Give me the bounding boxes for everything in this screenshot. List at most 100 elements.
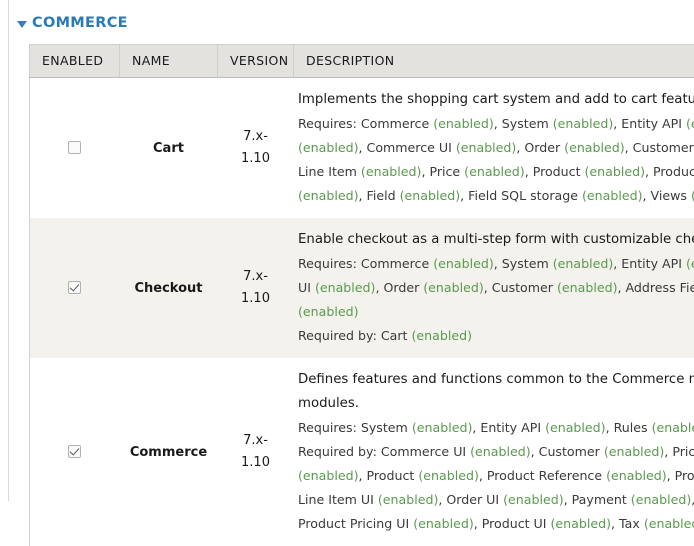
dependency-line: Product Pricing UI (enabled), Product UI… — [298, 512, 694, 536]
cell-enabled — [30, 218, 120, 358]
dependency-text: , Entity API — [613, 116, 686, 131]
dependency-text: , System — [494, 116, 553, 131]
dependency-enabled-status: (enabled) — [418, 468, 479, 483]
dependency-line: Line Item UI (enabled), Order UI (enable… — [298, 488, 694, 512]
cell-enabled — [30, 78, 120, 219]
dependency-enabled-status: (enabled) — [315, 280, 376, 295]
cell-enabled — [30, 358, 120, 546]
dependency-text: , Field SQL storage — [460, 188, 582, 203]
dependency-enabled-status: (enabled) — [298, 304, 359, 319]
dependency-enabled-status: (enabled) — [545, 420, 606, 435]
module-summary: Enable checkout as a multi-step form wit… — [298, 228, 694, 252]
cell-module-version: 7.x-1.10 — [218, 78, 294, 219]
version-line: 7.x- — [226, 126, 285, 148]
dependency-enabled-status: (enabled) — [644, 516, 694, 531]
dependency-line: (enabled) — [298, 300, 694, 324]
version-line: 1.10 — [226, 288, 285, 310]
dependency-line: (enabled), Commerce UI (enabled), Order … — [298, 136, 694, 160]
table-row: Cart7.x-1.10Implements the shopping cart… — [30, 78, 694, 219]
column-header-description[interactable]: DESCRIPTION — [294, 45, 694, 78]
dependency-enabled-status: (enabled) — [585, 164, 646, 179]
column-header-version[interactable]: VERSION — [218, 45, 294, 78]
cell-module-version: 7.x-1.10 — [218, 358, 294, 546]
dependency-text: , Rules — [606, 420, 652, 435]
table-row: Checkout7.x-1.10Enable checkout as a mul… — [30, 218, 694, 358]
dependency-enabled-status: (enabled) — [433, 256, 494, 271]
dependency-line: Line Item (enabled), Price (enabled), Pr… — [298, 160, 694, 184]
table-header-row: ENABLED NAME VERSION DESCRIPTION — [30, 45, 694, 78]
description-block: Implements the shopping cart system and … — [298, 88, 694, 208]
dependency-text: Required by: Cart — [298, 328, 411, 343]
dependency-text: , Order UI — [438, 492, 503, 507]
dependency-enabled-status: (enabled) — [298, 140, 359, 155]
dependency-text: , Customer — [625, 140, 694, 155]
description-block: Enable checkout as a multi-step form wit… — [298, 228, 694, 348]
dependency-text: , Order — [516, 140, 564, 155]
dependency-text: , Tax — [611, 516, 644, 531]
dependency-enabled-status: (enabled) — [553, 256, 614, 271]
dependency-enabled-status: (enabled) — [298, 188, 359, 203]
dependency-text: , Commerce UI — [359, 140, 456, 155]
dependency-enabled-status: (enabled) — [553, 116, 614, 131]
cell-module-description: Implements the shopping cart system and … — [294, 78, 694, 219]
dependency-text: , Product UI — [474, 516, 551, 531]
group-title: COMMERCE — [32, 15, 128, 31]
dependency-text: , Product — [359, 468, 419, 483]
table-row: Commerce7.x-1.10Defines features and fun… — [30, 358, 694, 546]
dependency-text: , System — [494, 256, 553, 271]
dependency-enabled-status: (enabled) — [564, 140, 625, 155]
dependency-text: Line Item UI — [298, 492, 378, 507]
dependency-enabled-status: (enabled) — [582, 188, 643, 203]
dependency-enabled-status: (enabled) — [557, 280, 618, 295]
dependency-enabled-status: (enabled) — [378, 492, 439, 507]
version-line: 7.x- — [226, 430, 285, 452]
dependency-enabled-status: (enable — [686, 256, 694, 271]
dependency-text: UI — [298, 280, 315, 295]
dependency-enabled-status: (enabled) — [551, 516, 612, 531]
modules-table: ENABLED NAME VERSION DESCRIPTION Cart7.x… — [29, 44, 694, 546]
dependency-enabled-status: (enabled) — [298, 468, 359, 483]
dependency-enabled-status: (enabled — [686, 116, 694, 131]
dependency-text: , Price — [664, 444, 694, 459]
dependency-enabled-status: (enabled) — [604, 444, 665, 459]
cell-module-name: Checkout — [120, 218, 218, 358]
dependency-line: Required by: Commerce UI (enabled), Cust… — [298, 440, 694, 464]
enable-module-checkbox[interactable] — [68, 445, 81, 458]
dependency-line: (enabled), Product (enabled), Product Re… — [298, 464, 694, 488]
dependency-text: , Customer — [484, 280, 557, 295]
description-block: Defines features and functions common to… — [298, 368, 694, 536]
dependency-text: , Product Reference — [479, 468, 606, 483]
dependency-line: Required by: Cart (enabled) — [298, 324, 694, 348]
dependency-text: , Address Field — [617, 280, 694, 295]
dependency-enabled-status: (enabled) — [464, 164, 525, 179]
commerce-group-header[interactable]: COMMERCE — [17, 15, 128, 31]
dependency-line: Requires: Commerce (enabled), System (en… — [298, 112, 694, 136]
dependency-text: , Price — [421, 164, 464, 179]
dependency-text: Product Pricing UI — [298, 516, 413, 531]
dependency-enabled-status: (enabled) — [412, 420, 473, 435]
column-header-enabled[interactable]: ENABLED — [30, 45, 120, 78]
dependency-text: , Product Prici — [645, 164, 694, 179]
dependency-text: , Entity API — [613, 256, 686, 271]
table-body: Cart7.x-1.10Implements the shopping cart… — [30, 78, 694, 546]
dependency-enabled-status: (enabled) — [433, 116, 494, 131]
dependency-text: , Product — [525, 164, 585, 179]
dependency-text: , Order — [375, 280, 423, 295]
version-line: 1.10 — [226, 148, 285, 170]
dependency-enabled-status: (enabled) — [413, 516, 474, 531]
cell-module-description: Enable checkout as a multi-step form wit… — [294, 218, 694, 358]
enable-module-checkbox[interactable] — [68, 141, 81, 154]
column-header-name[interactable]: NAME — [120, 45, 218, 78]
dependency-enabled-status: (enabled) — [361, 164, 422, 179]
dependency-enabled-status: (enabled) — [400, 188, 461, 203]
dependency-enabled-status: (enabled) — [503, 492, 564, 507]
triangle-down-icon[interactable] — [17, 21, 27, 28]
dependency-text: , Payment — [564, 492, 631, 507]
dependency-line: Requires: System (enabled), Entity API (… — [298, 416, 694, 440]
cell-module-version: 7.x-1.10 — [218, 218, 294, 358]
enable-module-checkbox[interactable] — [68, 281, 81, 294]
dependency-enabled-status: (enabled) — [411, 328, 472, 343]
dependency-text: , Product P — [667, 468, 694, 483]
dependency-text: Requires: Commerce — [298, 116, 433, 131]
module-summary: Implements the shopping cart system and … — [298, 88, 694, 112]
